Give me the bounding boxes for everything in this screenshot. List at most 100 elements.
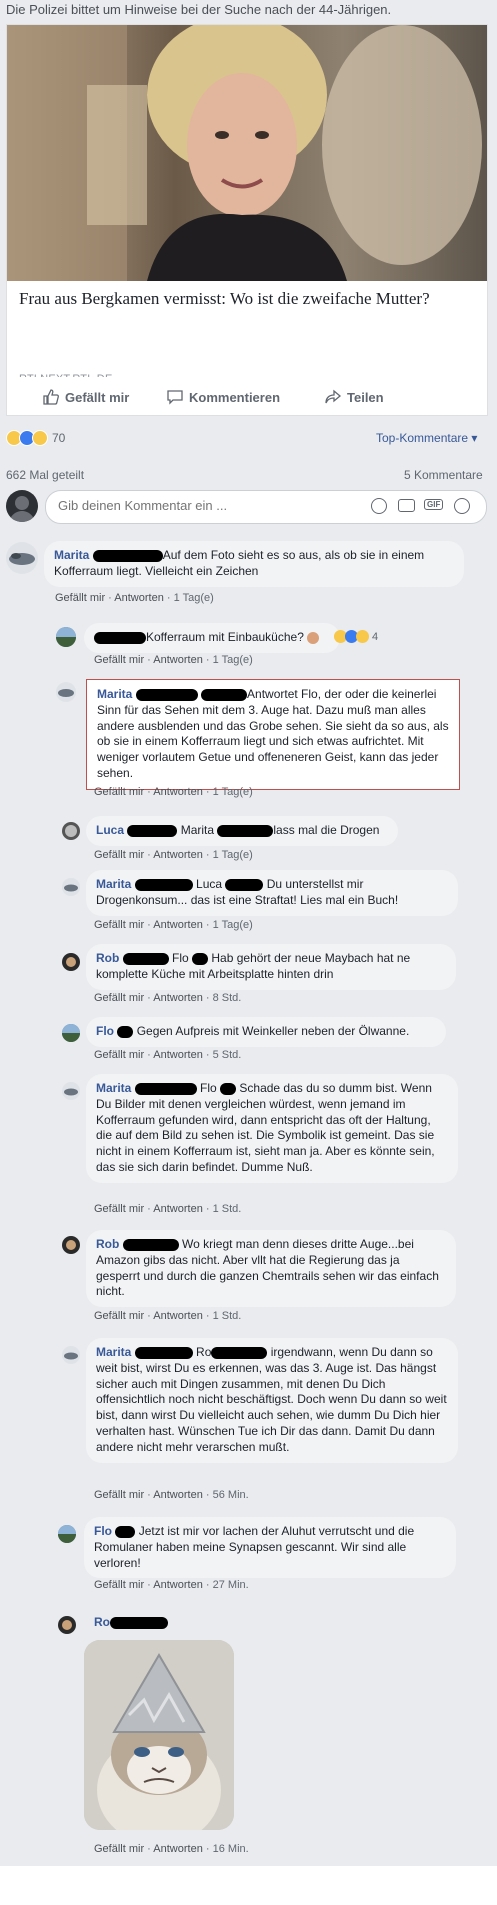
commenter-name[interactable]: Marita (96, 1345, 131, 1359)
reply-link[interactable]: Antworten (153, 849, 203, 861)
user-avatar[interactable] (6, 490, 38, 522)
reply-link[interactable]: Antworten (153, 786, 203, 798)
commenter-name[interactable]: Marita (96, 1081, 131, 1095)
redacted-name (115, 1525, 136, 1538)
reaction-count: 4 (372, 630, 379, 643)
share-label: Teilen (347, 389, 384, 405)
wow-reaction-icon (32, 430, 48, 446)
comment-time: 56 Min. (212, 1489, 249, 1501)
reaction-summary[interactable]: 70 (6, 430, 65, 446)
reply-link[interactable]: Antworten (153, 1489, 203, 1501)
share-button[interactable]: Teilen (325, 389, 384, 405)
commenter-name[interactable]: Flo (96, 1024, 114, 1038)
comment-text: Antwortet Flo, der oder die keinerlei Si… (97, 687, 449, 780)
commenter-name[interactable]: Rob (96, 951, 119, 965)
commenter-avatar[interactable] (6, 542, 38, 574)
page-bottom (0, 1866, 497, 1905)
gif-icon[interactable]: GIF (424, 499, 444, 510)
like-link[interactable]: Gefällt mir (94, 1489, 144, 1501)
like-link[interactable]: Gefällt mir (94, 1310, 144, 1322)
like-link[interactable]: Gefällt mir (94, 1843, 144, 1855)
comment-image-cat[interactable] (84, 1640, 234, 1830)
comment-bubble: Marita Flo Schade das du so dumm bist. W… (86, 1074, 458, 1183)
like-link[interactable]: Gefällt mir (94, 1203, 144, 1215)
redacted-name (220, 1082, 237, 1095)
comment-text: Kofferraum mit Einbauküche? (146, 630, 304, 644)
commenter-avatar[interactable] (58, 1525, 76, 1543)
commenter-avatar[interactable] (62, 1236, 80, 1254)
mention[interactable]: Ro (196, 1345, 211, 1359)
like-label: Gefällt mir (65, 389, 130, 405)
comment-reactions[interactable]: 4 (334, 630, 378, 643)
comment-bubble: Flo Gegen Aufpreis mit Weinkeller neben … (86, 1017, 446, 1047)
sticker-icon[interactable] (454, 498, 470, 514)
like-link[interactable]: Gefällt mir (94, 654, 144, 666)
reply-link[interactable]: Antworten (153, 992, 203, 1004)
like-link[interactable]: Gefällt mir (94, 849, 144, 861)
comment-time: 1 Tag(e) (212, 849, 253, 861)
article-headline[interactable]: Frau aus Bergkamen vermisst: Wo ist die … (19, 287, 459, 310)
like-link[interactable]: Gefällt mir (94, 919, 144, 931)
reply-link[interactable]: Antworten (153, 654, 203, 666)
comment-bubble-highlighted: Marita Antwortet Flo, der oder die keine… (86, 679, 460, 790)
reply-link[interactable]: Antworten (153, 1579, 203, 1591)
link-preview-card[interactable]: Frau aus Bergkamen vermisst: Wo ist die … (6, 24, 488, 385)
like-link[interactable]: Gefällt mir (94, 1579, 144, 1591)
comment-header: Ro (94, 1615, 168, 1629)
comment-meta: Gefällt mir · Antworten · 1 Tag(e) (55, 592, 214, 604)
commenter-avatar[interactable] (62, 1346, 80, 1364)
like-link[interactable]: Gefällt mir (94, 1049, 144, 1061)
commenter-name[interactable]: Ro (94, 1615, 110, 1629)
commenter-avatar[interactable] (62, 1082, 80, 1100)
comment-bubble: Rob Flo Hab gehört der neue Maybach hat … (86, 944, 456, 990)
comment-input[interactable] (56, 497, 350, 514)
commenter-avatar[interactable] (62, 953, 80, 971)
speech-bubble-icon (167, 390, 183, 405)
comment-bubble: Flo Jetzt ist mir vor lachen der Aluhut … (84, 1517, 456, 1579)
camera-icon[interactable] (398, 499, 415, 512)
commenter-name[interactable]: Flo (94, 1524, 112, 1538)
comment-button[interactable]: Kommentieren (167, 389, 280, 405)
commenter-name[interactable]: Marita (97, 687, 132, 701)
redacted-name (135, 688, 198, 701)
mention[interactable]: Marita (181, 823, 214, 837)
commenter-name[interactable]: Marita (96, 877, 131, 891)
comment-count[interactable]: 5 Kommentare (404, 468, 483, 482)
like-link[interactable]: Gefällt mir (55, 592, 105, 604)
mention[interactable]: Flo (172, 951, 189, 965)
comment-time: 1 Tag(e) (212, 654, 253, 666)
girl-emoji-icon (307, 631, 320, 644)
commenter-name[interactable]: Luca (96, 823, 124, 837)
commenter-avatar[interactable] (58, 1616, 76, 1634)
commenter-avatar[interactable] (56, 627, 76, 647)
redacted-name (117, 1025, 134, 1038)
emoji-icon[interactable] (371, 498, 387, 514)
commenter-name[interactable]: Marita (54, 548, 89, 562)
reply-link[interactable]: Antworten (153, 1310, 203, 1322)
like-link[interactable]: Gefällt mir (94, 786, 144, 798)
comment-bubble: Marita Ro irgendwann, wenn Du dann so we… (86, 1338, 458, 1463)
comment-composer[interactable]: GIF (45, 490, 487, 524)
comment-meta: Gefällt mir · Antworten · 8 Std. (94, 992, 242, 1004)
commenter-avatar[interactable] (56, 682, 76, 702)
commenter-name[interactable]: Rob (96, 1237, 119, 1251)
comment-bubble: Marita Luca Du unterstellst mir Drogenko… (86, 870, 458, 916)
like-button[interactable]: Gefällt mir (43, 389, 129, 405)
reply-link[interactable]: Antworten (153, 1049, 203, 1061)
comment-meta: Gefällt mir · Antworten · 27 Min. (94, 1579, 249, 1591)
reply-link[interactable]: Antworten (114, 592, 164, 604)
reply-link[interactable]: Antworten (153, 919, 203, 931)
redacted-name (201, 688, 248, 701)
like-link[interactable]: Gefällt mir (94, 992, 144, 1004)
share-count[interactable]: 662 Mal geteilt (6, 468, 84, 482)
redacted-name (211, 1346, 268, 1359)
reply-link[interactable]: Antworten (153, 1843, 203, 1855)
mention[interactable]: Flo (200, 1081, 217, 1095)
commenter-avatar[interactable] (62, 822, 80, 840)
mention[interactable]: Luca (196, 877, 222, 891)
reply-link[interactable]: Antworten (153, 1203, 203, 1215)
commenter-avatar[interactable] (62, 1024, 80, 1042)
commenter-avatar[interactable] (62, 878, 80, 896)
article-photo[interactable] (7, 25, 487, 281)
sort-dropdown[interactable]: Top-Kommentare ▾ (376, 431, 477, 445)
